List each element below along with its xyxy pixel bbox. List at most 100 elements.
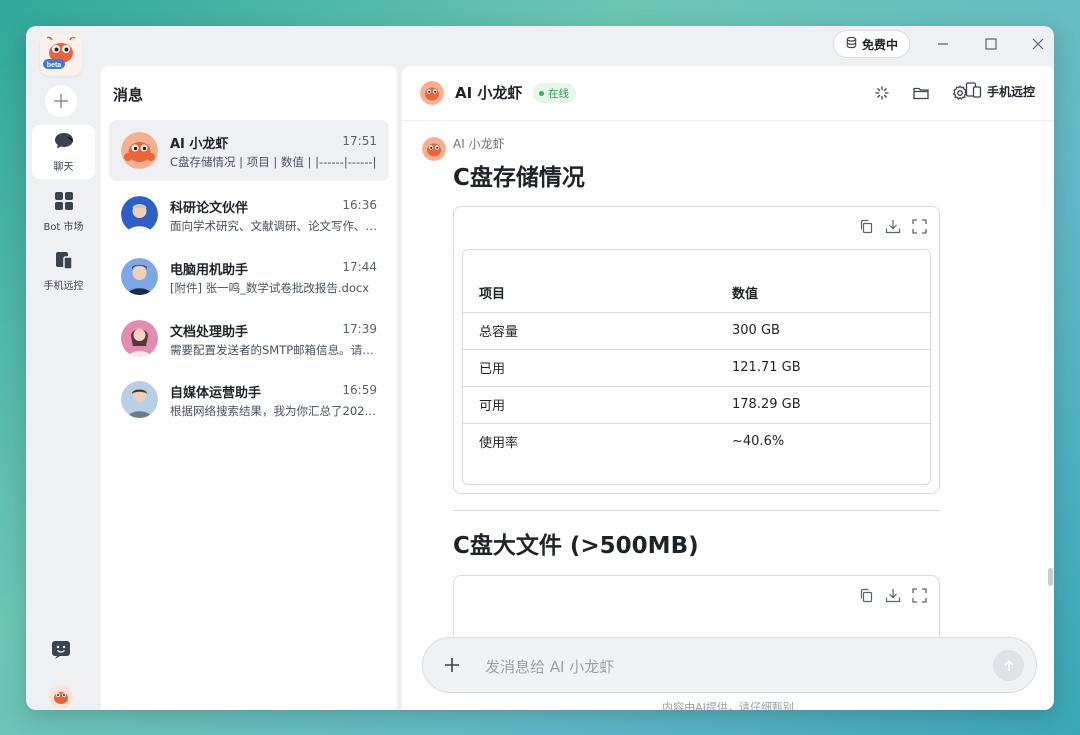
conversation-time: 17:44 — [342, 260, 377, 274]
card-toolbar — [859, 219, 927, 238]
conversation-item[interactable]: AI 小龙虾 17:51 C盘存储情况 | 项目 | 数值 | |------|… — [109, 120, 389, 181]
status-dot-icon — [539, 90, 544, 96]
bot-avatar — [422, 137, 446, 161]
bot-avatar — [121, 132, 158, 169]
user-avatar[interactable] — [49, 685, 73, 709]
grid-icon — [54, 191, 74, 214]
app-window: 免费中 beta 聊天 Bot 市场 手机远控 消息 AI 小龙虾 17:51 … — [26, 26, 1054, 710]
conversation-item[interactable]: 电脑用机助手 17:44 [附件] 张一鸣_数学试卷批改报告.docx — [109, 246, 389, 307]
message-input-placeholder[interactable]: 发消息给 AI 小龙虾 — [485, 656, 614, 677]
rail-item-label: Bot 市场 — [43, 222, 84, 233]
rail-item-bot-market[interactable]: Bot 市场 — [32, 185, 95, 239]
svg-text:beta: beta — [47, 62, 62, 69]
card-toolbar — [859, 588, 927, 607]
table-header-cell: 数值 — [716, 250, 930, 313]
section-heading: C盘存储情况 — [453, 165, 585, 191]
conversation-name: 科研论文伙伴 — [170, 201, 249, 216]
scrollbar-thumb[interactable] — [1048, 568, 1053, 586]
download-icon[interactable] — [885, 219, 901, 238]
conversation-name: AI 小龙虾 — [170, 137, 229, 152]
table-cell: 121.71 GB — [716, 349, 930, 387]
new-chat-button[interactable] — [45, 85, 77, 117]
fullscreen-icon[interactable] — [912, 588, 927, 607]
smile-chat-icon — [52, 641, 70, 659]
conversation-time: 17:51 — [342, 134, 377, 148]
maximize-button[interactable] — [979, 32, 1003, 56]
table-header-cell: 项目 — [463, 250, 716, 313]
table-card: 项目 数值 总容量 300 GB 已用 121.71 GB 可用 178.29 … — [453, 206, 940, 494]
list-title: 消息 — [113, 86, 144, 104]
loading-spinner-icon[interactable] — [872, 83, 892, 103]
data-table: 项目 数值 总容量 300 GB 已用 121.71 GB 可用 178.29 … — [462, 249, 931, 485]
arrow-up-icon — [1003, 659, 1014, 671]
conversation-time: 17:39 — [342, 322, 377, 336]
conversation-name: 自媒体运营助手 — [170, 386, 262, 401]
phone-remote-button[interactable]: 手机远控 — [965, 82, 1035, 101]
conversation-preview: [附件] 张一鸣_数学试卷批改报告.docx — [170, 281, 369, 295]
section-heading: C盘大文件 (>500MB) — [453, 533, 699, 559]
ai-disclaimer: 内容由AI提供，请仔细甄别 — [662, 701, 794, 710]
table-cell: 已用 — [463, 349, 716, 387]
table-cell: 178.29 GB — [716, 386, 930, 424]
download-icon[interactable] — [885, 588, 901, 607]
table-cell: 300 GB — [716, 312, 930, 350]
send-button[interactable] — [993, 650, 1024, 681]
conversation-item[interactable]: 自媒体运营助手 16:59 根据网络搜索结果，我为你汇总了2026年 — [109, 369, 389, 430]
plan-badge-button[interactable]: 免费中 — [833, 30, 910, 58]
chat-title: AI 小龙虾 — [455, 84, 523, 102]
table-cell: ~40.6% — [732, 434, 785, 450]
rail-item-chat[interactable]: 聊天 — [32, 125, 95, 179]
phone-remote-icon — [53, 250, 75, 273]
conversation-item[interactable]: 科研论文伙伴 16:36 面向学术研究、文献调研、论文写作、论文修改 — [109, 184, 389, 245]
conversation-preview: 面向学术研究、文献调研、论文写作、论文修改 — [170, 219, 378, 233]
bot-avatar — [121, 320, 158, 357]
minimize-button[interactable] — [931, 32, 955, 56]
table-card — [453, 575, 940, 636]
chat-header: AI 小龙虾 在线 手机远控 — [402, 66, 1054, 121]
bot-avatar — [121, 258, 158, 295]
copy-icon[interactable] — [859, 219, 874, 238]
conversation-list-panel: 消息 AI 小龙虾 17:51 C盘存储情况 | 项目 | 数值 | |----… — [101, 66, 397, 710]
rail-item-label: 聊天 — [53, 162, 74, 173]
table-cell: 可用 — [463, 386, 716, 424]
title-bar: 免费中 — [26, 26, 1054, 66]
folder-icon[interactable] — [911, 83, 931, 103]
message-sender: AI 小龙虾 — [453, 137, 505, 151]
conversation-preview: 根据网络搜索结果，我为你汇总了2026年 — [170, 404, 378, 418]
phone-remote-label: 手机远控 — [987, 85, 1036, 99]
app-logo: beta — [40, 34, 82, 76]
status-badge: 在线 — [533, 83, 576, 103]
chat-panel: AI 小龙虾 在线 手机远控 AI 小龙虾 C盘存储情况 项目 数值 总容量 3… — [402, 66, 1054, 710]
bot-avatar — [121, 381, 158, 418]
bot-avatar — [121, 196, 158, 233]
table-header-row: 项目 数值 — [463, 250, 930, 313]
conversation-name: 电脑用机助手 — [170, 263, 249, 278]
attach-plus-icon[interactable] — [441, 654, 463, 676]
table-row: 使用率 ~40.6% — [463, 423, 930, 460]
message-area: AI 小龙虾 C盘存储情况 项目 数值 总容量 300 GB 已用 121.71… — [402, 122, 1054, 636]
table-row: 已用 121.71 GB — [463, 349, 930, 387]
conversation-time: 16:59 — [342, 383, 377, 397]
copy-icon[interactable] — [859, 588, 874, 607]
status-label: 在线 — [548, 87, 569, 100]
conversation-preview: C盘存储情况 | 项目 | 数值 | |------|------| — [170, 155, 377, 169]
rail-item-label: 手机远控 — [43, 281, 84, 292]
plus-icon — [54, 94, 68, 108]
conversation-item[interactable]: 文档处理助手 17:39 需要配置发送者的SMTP邮箱信息。请提供： — [109, 308, 389, 369]
bot-avatar — [420, 81, 444, 105]
plan-label: 免费中 — [861, 37, 898, 52]
message-input-box[interactable]: 发消息给 AI 小龙虾 — [422, 637, 1037, 693]
feedback-button[interactable] — [49, 638, 73, 662]
table-row: 可用 178.29 GB — [463, 386, 930, 424]
table-row: 总容量 300 GB — [463, 312, 930, 350]
chat-bubble-icon — [53, 131, 75, 154]
left-rail: beta 聊天 Bot 市场 手机远控 — [26, 26, 101, 710]
table-cell: 使用率 — [479, 436, 519, 452]
conversation-preview: 需要配置发送者的SMTP邮箱信息。请提供： — [170, 343, 378, 357]
coin-stack-icon — [845, 36, 858, 52]
horizontal-rule — [453, 510, 940, 511]
rail-item-phone-remote[interactable]: 手机远控 — [32, 244, 95, 298]
conversation-name: 文档处理助手 — [170, 325, 249, 340]
close-button[interactable] — [1026, 32, 1050, 56]
fullscreen-icon[interactable] — [912, 219, 927, 238]
